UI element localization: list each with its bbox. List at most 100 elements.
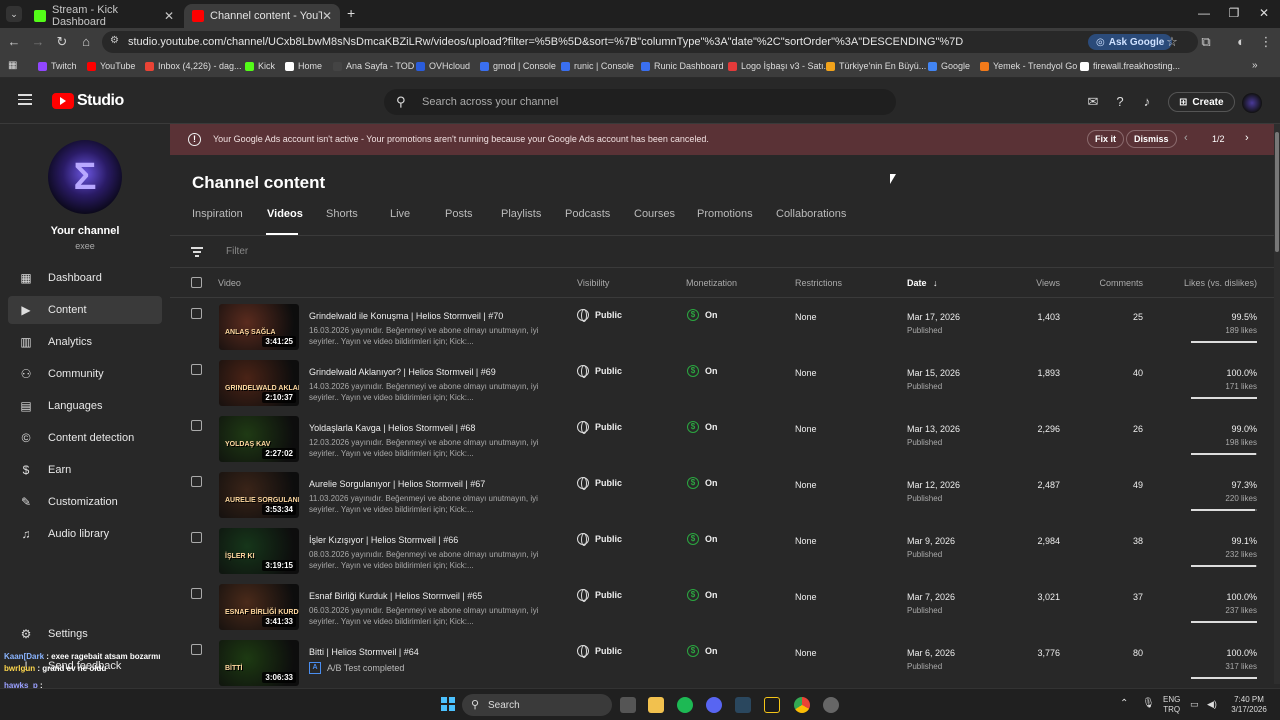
row-checkbox[interactable] <box>191 308 202 319</box>
filter-input[interactable]: Filter <box>226 246 248 257</box>
select-all-checkbox[interactable] <box>191 277 202 288</box>
studio-logo[interactable]: Studio <box>52 92 124 110</box>
sidebar-item-content-detection[interactable]: © Content detection <box>8 424 162 452</box>
reload-icon[interactable]: ↻ <box>54 34 70 50</box>
tab-shorts[interactable]: Shorts <box>326 208 358 220</box>
table-row[interactable]: YOLDAŞ KAV 2:27:02 Yoldaşlarla Kavga | Hel… <box>170 411 1274 467</box>
tab-courses[interactable]: Courses <box>634 208 675 220</box>
help-icon[interactable]: ? <box>1112 94 1128 109</box>
bookmark-item[interactable]: Yemek - Trendyol Go <box>980 61 1077 71</box>
ask-google-button[interactable]: ◎ Ask Google <box>1088 34 1173 50</box>
column-comments[interactable]: Comments <box>1099 278 1143 288</box>
column-restrictions[interactable]: Restrictions <box>795 278 842 288</box>
bookmark-item[interactable]: runic | Console <box>561 61 634 71</box>
row-checkbox[interactable] <box>191 588 202 599</box>
back-icon[interactable]: ← <box>6 34 22 49</box>
visibility-dropdown[interactable]: Public <box>577 645 622 658</box>
account-avatar[interactable] <box>1242 93 1262 113</box>
table-row[interactable]: ESNAF BİRLİĞİ KURDUK3:41:33 Esnaf Birliği… <box>170 579 1274 635</box>
windows-start-icon[interactable] <box>441 697 455 711</box>
video-thumbnail[interactable]: ANLAŞ SAĞLA 3:41:25 <box>219 304 299 350</box>
video-thumbnail[interactable]: İŞLER KI 3:19:15 <box>219 528 299 574</box>
monetization-status[interactable]: $ On <box>687 477 718 489</box>
restore-icon[interactable]: ❐ <box>1224 6 1244 20</box>
spotify-icon[interactable] <box>677 697 693 713</box>
close-window-icon[interactable]: ✕ <box>1254 6 1274 20</box>
bookmark-item[interactable]: Türkiye'nin En Büyü... <box>826 61 926 71</box>
sidebar-item-settings[interactable]: ⚙ Settings <box>8 620 162 648</box>
video-thumbnail[interactable]: AURELIE SORGULANIYOR3:53:34 <box>219 472 299 518</box>
video-thumbnail[interactable]: BİTTİ 3:06:33 <box>219 640 299 686</box>
table-row[interactable]: GRINDELWALD AKLANI 2:10:37 Grindelwald Akl… <box>170 355 1274 411</box>
app-icon[interactable] <box>823 697 839 713</box>
bookmark-item[interactable]: Ana Sayfa - TOD <box>333 61 414 71</box>
bookmark-item[interactable]: Google <box>928 61 970 71</box>
visibility-dropdown[interactable]: Public <box>577 365 622 378</box>
tab-posts[interactable]: Posts <box>445 208 473 220</box>
ab-test-status[interactable]: A A/B Test completed <box>309 662 404 674</box>
tab-podcasts[interactable]: Podcasts <box>565 208 610 220</box>
sidebar-item-content[interactable]: ▶ Content <box>8 296 162 324</box>
network-icon[interactable]: ▭ <box>1190 699 1199 709</box>
browser-tab-kick[interactable]: Stream - Kick Dashboard ✕ <box>26 4 182 28</box>
column-likes[interactable]: Likes (vs. dislikes) <box>1184 278 1257 288</box>
browser-tab-youtube-studio[interactable]: Channel content - YouTube Stu ✕ <box>184 4 340 28</box>
bookmark-star-icon[interactable]: ☆ <box>1164 34 1180 50</box>
video-title[interactable]: Aurelie Sorgulanıyor | Helios Stormveil … <box>309 479 485 489</box>
notifications-bell-icon[interactable]: ♪ <box>1139 94 1155 109</box>
chrome-menu-icon[interactable]: ⋮ <box>1258 34 1274 50</box>
monetization-status[interactable]: $ On <box>687 421 718 433</box>
column-views[interactable]: Views <box>1036 278 1060 288</box>
bookmark-item[interactable]: OVHcloud <box>416 61 470 71</box>
more-bookmarks-icon[interactable]: » <box>1252 60 1258 71</box>
sidebar-item-customization[interactable]: ✎ Customization <box>8 488 162 516</box>
video-title[interactable]: Grindelwald ile Konuşma | Helios Stormve… <box>309 311 503 321</box>
sidebar-item-languages[interactable]: ▤ Languages <box>8 392 162 420</box>
bookmark-item[interactable]: Inbox (4,226) - dag... <box>145 61 242 71</box>
discord-icon[interactable] <box>706 697 722 713</box>
minimize-icon[interactable]: — <box>1194 6 1214 20</box>
page-scrollbar[interactable] <box>1274 124 1280 684</box>
address-bar[interactable]: ⚙ studio.youtube.com/channel/UCxb8LbwM8s… <box>102 31 1198 53</box>
steam-icon[interactable] <box>735 697 751 713</box>
video-thumbnail[interactable]: ESNAF BİRLİĞİ KURDUK3:41:33 <box>219 584 299 630</box>
row-checkbox[interactable] <box>191 476 202 487</box>
prev-notice-icon[interactable]: ‹ <box>1184 132 1188 144</box>
fix-it-button[interactable]: Fix it <box>1087 130 1125 148</box>
language-indicator[interactable]: ENG TRQ <box>1163 695 1180 715</box>
taskbar-search[interactable]: ⚲ Search <box>462 694 612 716</box>
video-title[interactable]: Bitti | Helios Stormveil | #64 <box>309 647 419 657</box>
home-icon[interactable]: ⌂ <box>78 34 94 49</box>
apps-icon[interactable]: ▦ <box>8 60 17 71</box>
microphone-icon[interactable]: 🎙 <box>1142 699 1155 709</box>
dismiss-button[interactable]: Dismiss <box>1126 130 1177 148</box>
table-row[interactable]: AURELIE SORGULANIYOR3:53:34 Aurelie Sorgu… <box>170 467 1274 523</box>
channel-search-input[interactable]: ⚲ Search across your channel <box>384 89 896 115</box>
sidebar-item-community[interactable]: ⚇ Community <box>8 360 162 388</box>
tab-collaborations[interactable]: Collaborations <box>776 208 846 220</box>
column-visibility[interactable]: Visibility <box>577 278 609 288</box>
video-title[interactable]: Esnaf Birliği Kurduk | Helios Stormveil … <box>309 591 482 601</box>
tab-promotions[interactable]: Promotions <box>697 208 753 220</box>
visibility-dropdown[interactable]: Public <box>577 533 622 546</box>
sidebar-item-analytics[interactable]: ▥ Analytics <box>8 328 162 356</box>
row-checkbox[interactable] <box>191 364 202 375</box>
bookmark-item[interactable]: firewall.freakhosting... <box>1080 61 1180 71</box>
monetization-status[interactable]: $ On <box>687 645 718 657</box>
monetization-status[interactable]: $ On <box>687 365 718 377</box>
table-row[interactable]: ANLAŞ SAĞLA 3:41:25 Grindelwald ile Konuşm… <box>170 299 1274 355</box>
volume-icon[interactable]: ◀) <box>1207 699 1217 709</box>
video-thumbnail[interactable]: GRINDELWALD AKLANI 2:10:37 <box>219 360 299 406</box>
visibility-dropdown[interactable]: Public <box>577 477 622 490</box>
rockstar-icon[interactable] <box>764 697 780 713</box>
visibility-dropdown[interactable]: Public <box>577 421 622 434</box>
monetization-status[interactable]: $ On <box>687 589 718 601</box>
bookmark-item[interactable]: Kick <box>245 61 275 71</box>
monetization-status[interactable]: $ On <box>687 533 718 545</box>
bookmark-item[interactable]: Logo İşbaşı v3 - Satı... <box>728 61 831 71</box>
tray-chevron-icon[interactable]: ⌃ <box>1120 699 1128 709</box>
table-row[interactable]: BİTTİ 3:06:33 Bitti | Helios Stormveil | #… <box>170 635 1274 691</box>
sidebar-item-earn[interactable]: $ Earn <box>8 456 162 484</box>
messages-icon[interactable]: ✉ <box>1085 94 1101 110</box>
video-title[interactable]: Grindelwald Aklanıyor? | Helios Stormvei… <box>309 367 496 377</box>
